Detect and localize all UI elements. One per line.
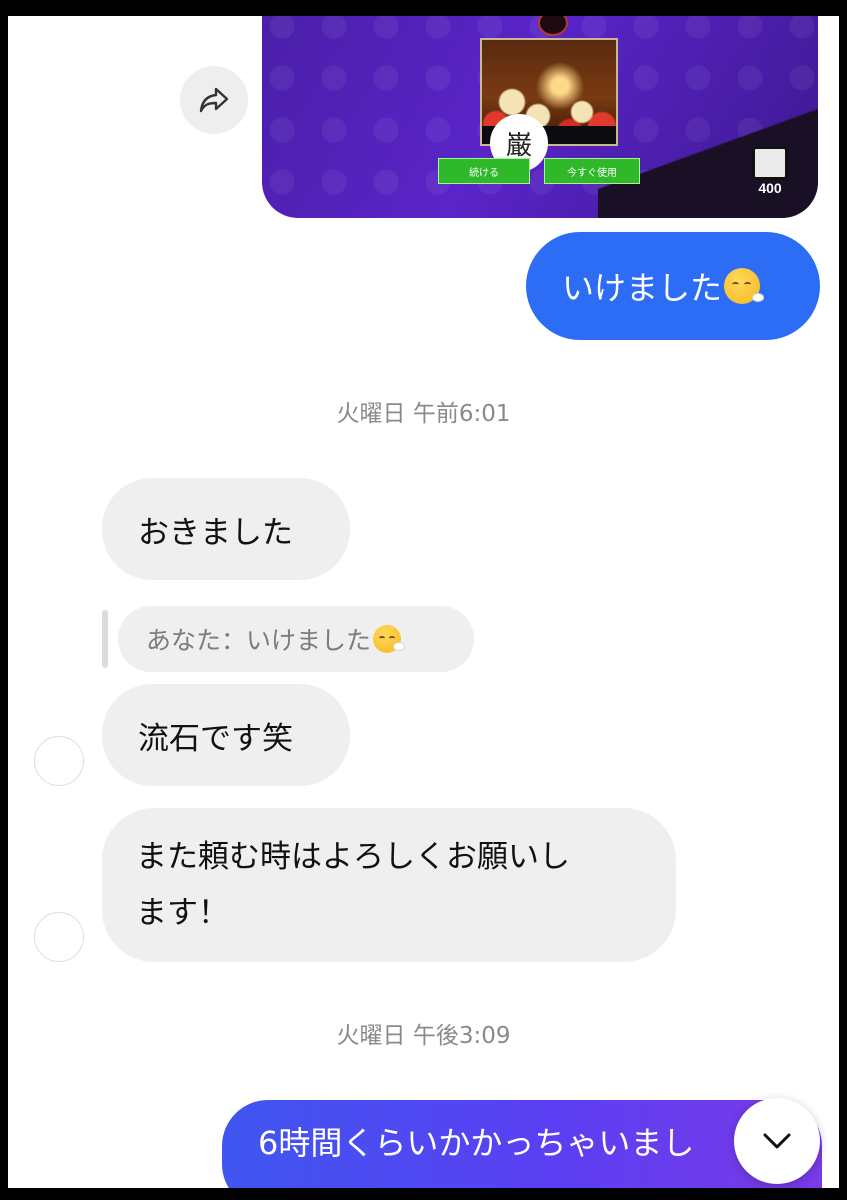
shared-game-screenshot[interactable]: 巌 続ける 今すぐ使用 400 bbox=[262, 16, 818, 218]
message-text: おきました bbox=[138, 514, 293, 551]
scroll-to-bottom-button[interactable] bbox=[734, 1098, 820, 1184]
avatar[interactable] bbox=[34, 736, 84, 786]
incoming-message[interactable]: おきました bbox=[102, 478, 350, 580]
incoming-message[interactable]: 流石です笑 bbox=[102, 684, 350, 786]
continue-game-button: 続ける bbox=[438, 158, 530, 184]
outgoing-message[interactable]: 6時間くらいかかっちゃいまし bbox=[222, 1100, 822, 1188]
face-exhaling-emoji bbox=[373, 625, 406, 653]
incoming-message[interactable]: また頼む時はよろしくお願いし ます！ bbox=[102, 808, 676, 962]
chevron-down-icon bbox=[763, 1133, 791, 1149]
message-text: 6時間くらいかかっちゃいまし bbox=[258, 1124, 695, 1162]
reply-quote-text: あなた：いけました bbox=[146, 626, 372, 655]
timestamp: 火曜日 午後3:09 bbox=[336, 1023, 511, 1049]
avatar[interactable] bbox=[34, 912, 84, 962]
reply-indicator-bar bbox=[102, 610, 108, 668]
prize-count: 400 bbox=[758, 180, 782, 196]
share-button[interactable] bbox=[180, 66, 248, 134]
face-exhaling-emoji bbox=[724, 268, 765, 304]
message-text: いけました bbox=[562, 269, 723, 307]
use-now-game-button: 今すぐ使用 bbox=[544, 158, 640, 184]
timestamp: 火曜日 午前6:01 bbox=[336, 401, 511, 427]
chat-thread: 巌 続ける 今すぐ使用 400 いけました 火曜日 午前6:01 おきました あ… bbox=[8, 16, 839, 1188]
reply-quote[interactable]: あなた：いけました bbox=[118, 606, 474, 672]
message-text-line: ます！ bbox=[136, 895, 229, 931]
prize-counter: 400 bbox=[740, 146, 800, 206]
share-arrow-icon bbox=[199, 87, 229, 113]
prize-box-icon bbox=[752, 146, 788, 180]
outgoing-message[interactable]: いけました bbox=[526, 232, 820, 340]
message-text-line: また頼む時はよろしくお願いし bbox=[136, 839, 570, 875]
message-text: 流石です笑 bbox=[138, 720, 293, 757]
